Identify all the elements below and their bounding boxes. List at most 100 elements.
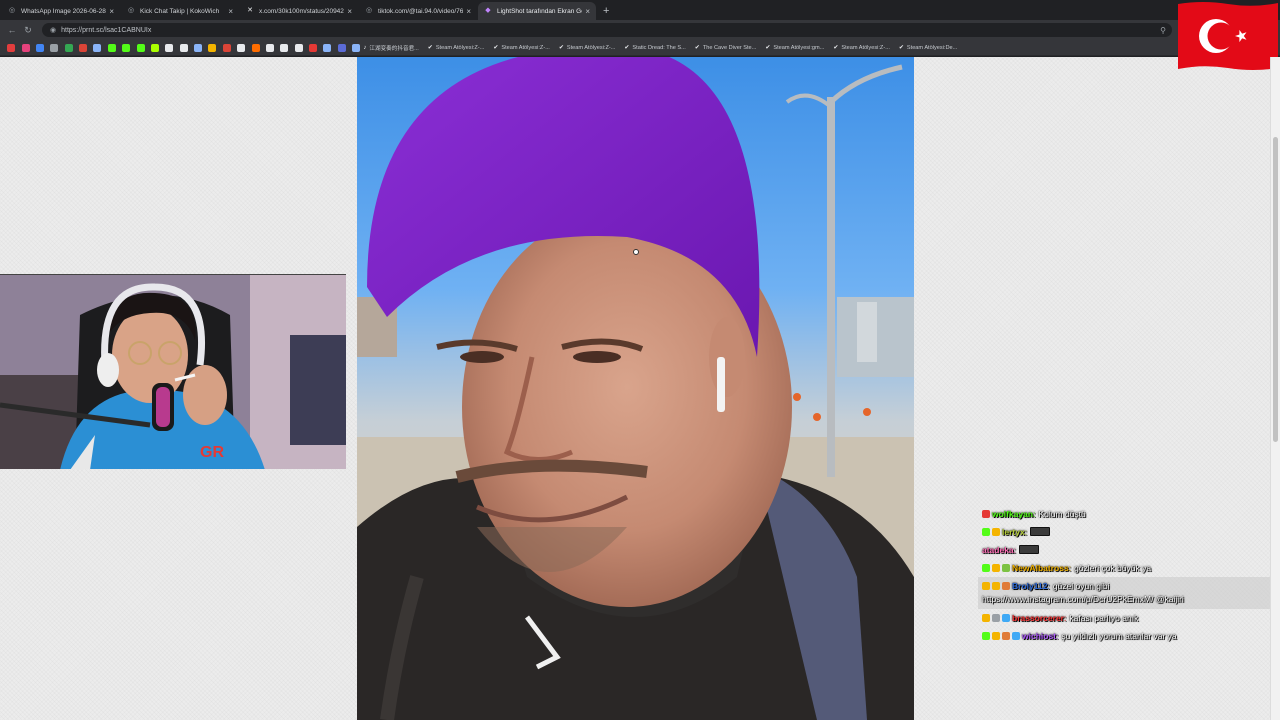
svg-text:GR: GR	[200, 444, 224, 461]
chat-badge-icon	[1002, 564, 1010, 572]
bookmark-item[interactable]: ♪ 江湖变奏的抖音君...	[363, 44, 418, 52]
steam-icon: ✔	[765, 45, 771, 51]
bookmark-favicon-icon[interactable]	[136, 43, 145, 52]
bookmark-favicon-icon[interactable]	[280, 43, 289, 52]
chat-message: wichiost: şu yıldızlı yorum atanlar var y…	[978, 627, 1273, 645]
chat-text: Kolum düştü	[1038, 509, 1086, 519]
bookmark-favicon-icon[interactable]	[265, 43, 274, 52]
chat-text: gözleri çok büyük ya	[1074, 563, 1152, 573]
chat-username: wichiost	[1022, 631, 1057, 641]
steam-icon: ✔	[694, 45, 700, 51]
bookmark-item[interactable]: ✔ The Cave Diver Ste...	[694, 44, 757, 52]
browser-toolbar: ← ↻ ◉ https://prnt.sc/lsac1CABNUIx ⚲	[0, 20, 1280, 40]
steam-icon: ✔	[493, 45, 499, 51]
chat-separator: :	[1063, 613, 1067, 623]
bookmark-favicon-icon[interactable]	[79, 43, 88, 52]
tab-title: Kick Chat Takip | KokoWich	[140, 7, 220, 15]
bookmark-item[interactable]: ✔ Steam Atölyesi:gm...	[765, 44, 825, 52]
bookmark-favicon-icon[interactable]	[21, 43, 30, 52]
chat-separator: :	[1068, 563, 1072, 573]
bookmark-label: Steam Atölyesi:De...	[906, 44, 958, 51]
bookmark-favicon-icon[interactable]	[179, 43, 188, 52]
steam-icon: ✔	[833, 45, 839, 51]
bookmark-favicon-icon[interactable]	[50, 43, 59, 52]
browser-tab[interactable]: ◎ tiktok.com/@tai.94.0/video/7678 ×	[359, 2, 477, 20]
bookmark-favicon-icon[interactable]	[237, 43, 246, 52]
chat-emote-icon	[1019, 545, 1040, 554]
bookmark-favicon-icon[interactable]	[251, 43, 260, 52]
bookmark-item[interactable]: ✔ Steam Atölyesi:Z-...	[428, 44, 485, 52]
tab-strip: ◎WhatsApp Image 2026-06-28 at 0× ◎ Kick Ch…	[0, 0, 1280, 20]
chat-username: atadeka	[982, 545, 1014, 555]
site-info-icon[interactable]: ◉	[50, 26, 56, 34]
chat-badge-icon	[992, 632, 1000, 640]
bookmark-favicon-icon[interactable]	[222, 43, 231, 52]
browser-tab[interactable]: ◆ LightShot tarafından Ekran Görünt×	[478, 2, 596, 20]
chat-badge-icon	[992, 582, 1000, 590]
page-scrollbar[interactable]	[1270, 57, 1280, 720]
browser-tab[interactable]: ✕ x.com/30k100m/status/20942401×	[240, 2, 358, 20]
tab-title: tiktok.com/@tai.94.0/video/7678	[378, 7, 464, 15]
chat-badge-icon	[982, 582, 990, 590]
tab-title: LightShot tarafından Ekran Görünt	[497, 7, 582, 15]
tab-title: x.com/30k100m/status/20942401	[259, 7, 344, 15]
bookmark-favicon-icon[interactable]	[64, 43, 73, 52]
bookmark-favicon-icon[interactable]	[337, 43, 346, 52]
reload-icon[interactable]: ↻	[20, 25, 36, 36]
bookmark-label: Static Dread: The S...	[632, 44, 686, 51]
chat-message: Broly112: güzel oyun gibi https://www.inst…	[978, 577, 1273, 609]
chat-separator: :	[1013, 545, 1017, 555]
bookmark-favicon-icon[interactable]	[150, 43, 159, 52]
chat-badge-icon	[1012, 632, 1020, 640]
x-logo-icon: ✕	[247, 7, 253, 14]
steam-icon: ✔	[898, 45, 904, 51]
bookmark-item[interactable]: ✔ Steam Atölyesi:De...	[898, 44, 958, 52]
bookmark-favicon-icon[interactable]	[309, 43, 318, 52]
bookmark-favicon-icon[interactable]	[194, 43, 203, 52]
bookmark-favicon-icon[interactable]	[7, 43, 16, 52]
bookmark-favicon-icon[interactable]	[208, 43, 217, 52]
globe-icon: ◎	[365, 7, 373, 14]
bookmark-label: Steam Atölyesi:gm...	[773, 44, 825, 51]
bookmark-item[interactable]: ✔ Steam Atölyesi:Z-...	[493, 44, 550, 52]
scrollbar-thumb[interactable]	[1273, 137, 1278, 442]
chat-separator: :	[1056, 631, 1059, 641]
chat-link[interactable]: https://www.instagram.com/p/DcrU2PkEmxM/…	[982, 594, 1184, 604]
close-icon[interactable]: ×	[228, 7, 233, 16]
chat-overlay: wolfkayan: Kolum düştü lertyx: atadeka: NewA…	[978, 505, 1273, 645]
browser-tab[interactable]: ◎ WhatsApp Image 2026-06-28 at 0×	[2, 2, 120, 20]
chat-text: şu yıldızlı yorum atanlar var ya	[1061, 631, 1177, 641]
chat-badge-icon	[1002, 632, 1010, 640]
close-icon[interactable]: ×	[466, 7, 471, 16]
close-icon[interactable]: ×	[347, 7, 352, 16]
address-bar[interactable]: ◉ https://prnt.sc/lsac1CABNUIx ⚲	[42, 23, 1172, 37]
close-icon[interactable]: ×	[109, 7, 114, 16]
chat-separator: :	[1033, 509, 1036, 519]
lightshot-screenshot-image[interactable]	[357, 57, 914, 720]
new-tab-button[interactable]: +	[597, 2, 615, 20]
browser-tab[interactable]: ◎ Kick Chat Takip | KokoWich ×	[121, 2, 239, 20]
bookmark-favicon-icon[interactable]	[93, 43, 102, 52]
bookmark-favicon-icon[interactable]	[122, 43, 131, 52]
bookmark-favicon-icon[interactable]	[352, 43, 361, 52]
bookmark-item[interactable]: ✔ Static Dread: The S...	[624, 44, 686, 52]
bookmark-favicon-icon[interactable]	[165, 43, 174, 52]
bookmark-favicon-icon[interactable]	[323, 43, 332, 52]
bookmark-favicon-icon[interactable]	[107, 43, 116, 52]
chat-badge-icon	[992, 614, 1000, 622]
chat-badge-icon	[982, 564, 990, 572]
close-icon[interactable]: ×	[585, 7, 590, 16]
zoom-icon[interactable]: ⚲	[1160, 26, 1166, 35]
lightshot-icon: ◆	[485, 7, 491, 14]
bookmark-label: 江湖变奏的抖音君...	[369, 45, 419, 52]
bookmark-item[interactable]: ✔ Steam Atölyesi:Z-...	[833, 44, 890, 52]
bookmark-favicon-icon[interactable]	[294, 43, 303, 52]
bookmark-label: The Cave Diver Ste...	[702, 44, 757, 51]
chat-badge-icon	[1002, 614, 1010, 622]
chat-emote-icon	[1030, 527, 1051, 536]
chat-message: atadeka:	[978, 541, 1273, 559]
tab-title: WhatsApp Image 2026-06-28 at 0	[21, 7, 106, 15]
back-icon[interactable]: ←	[4, 25, 20, 35]
bookmark-favicon-icon[interactable]	[35, 43, 44, 52]
bookmark-item[interactable]: ✔ Steam Atölyesi:Z-...	[559, 44, 616, 52]
